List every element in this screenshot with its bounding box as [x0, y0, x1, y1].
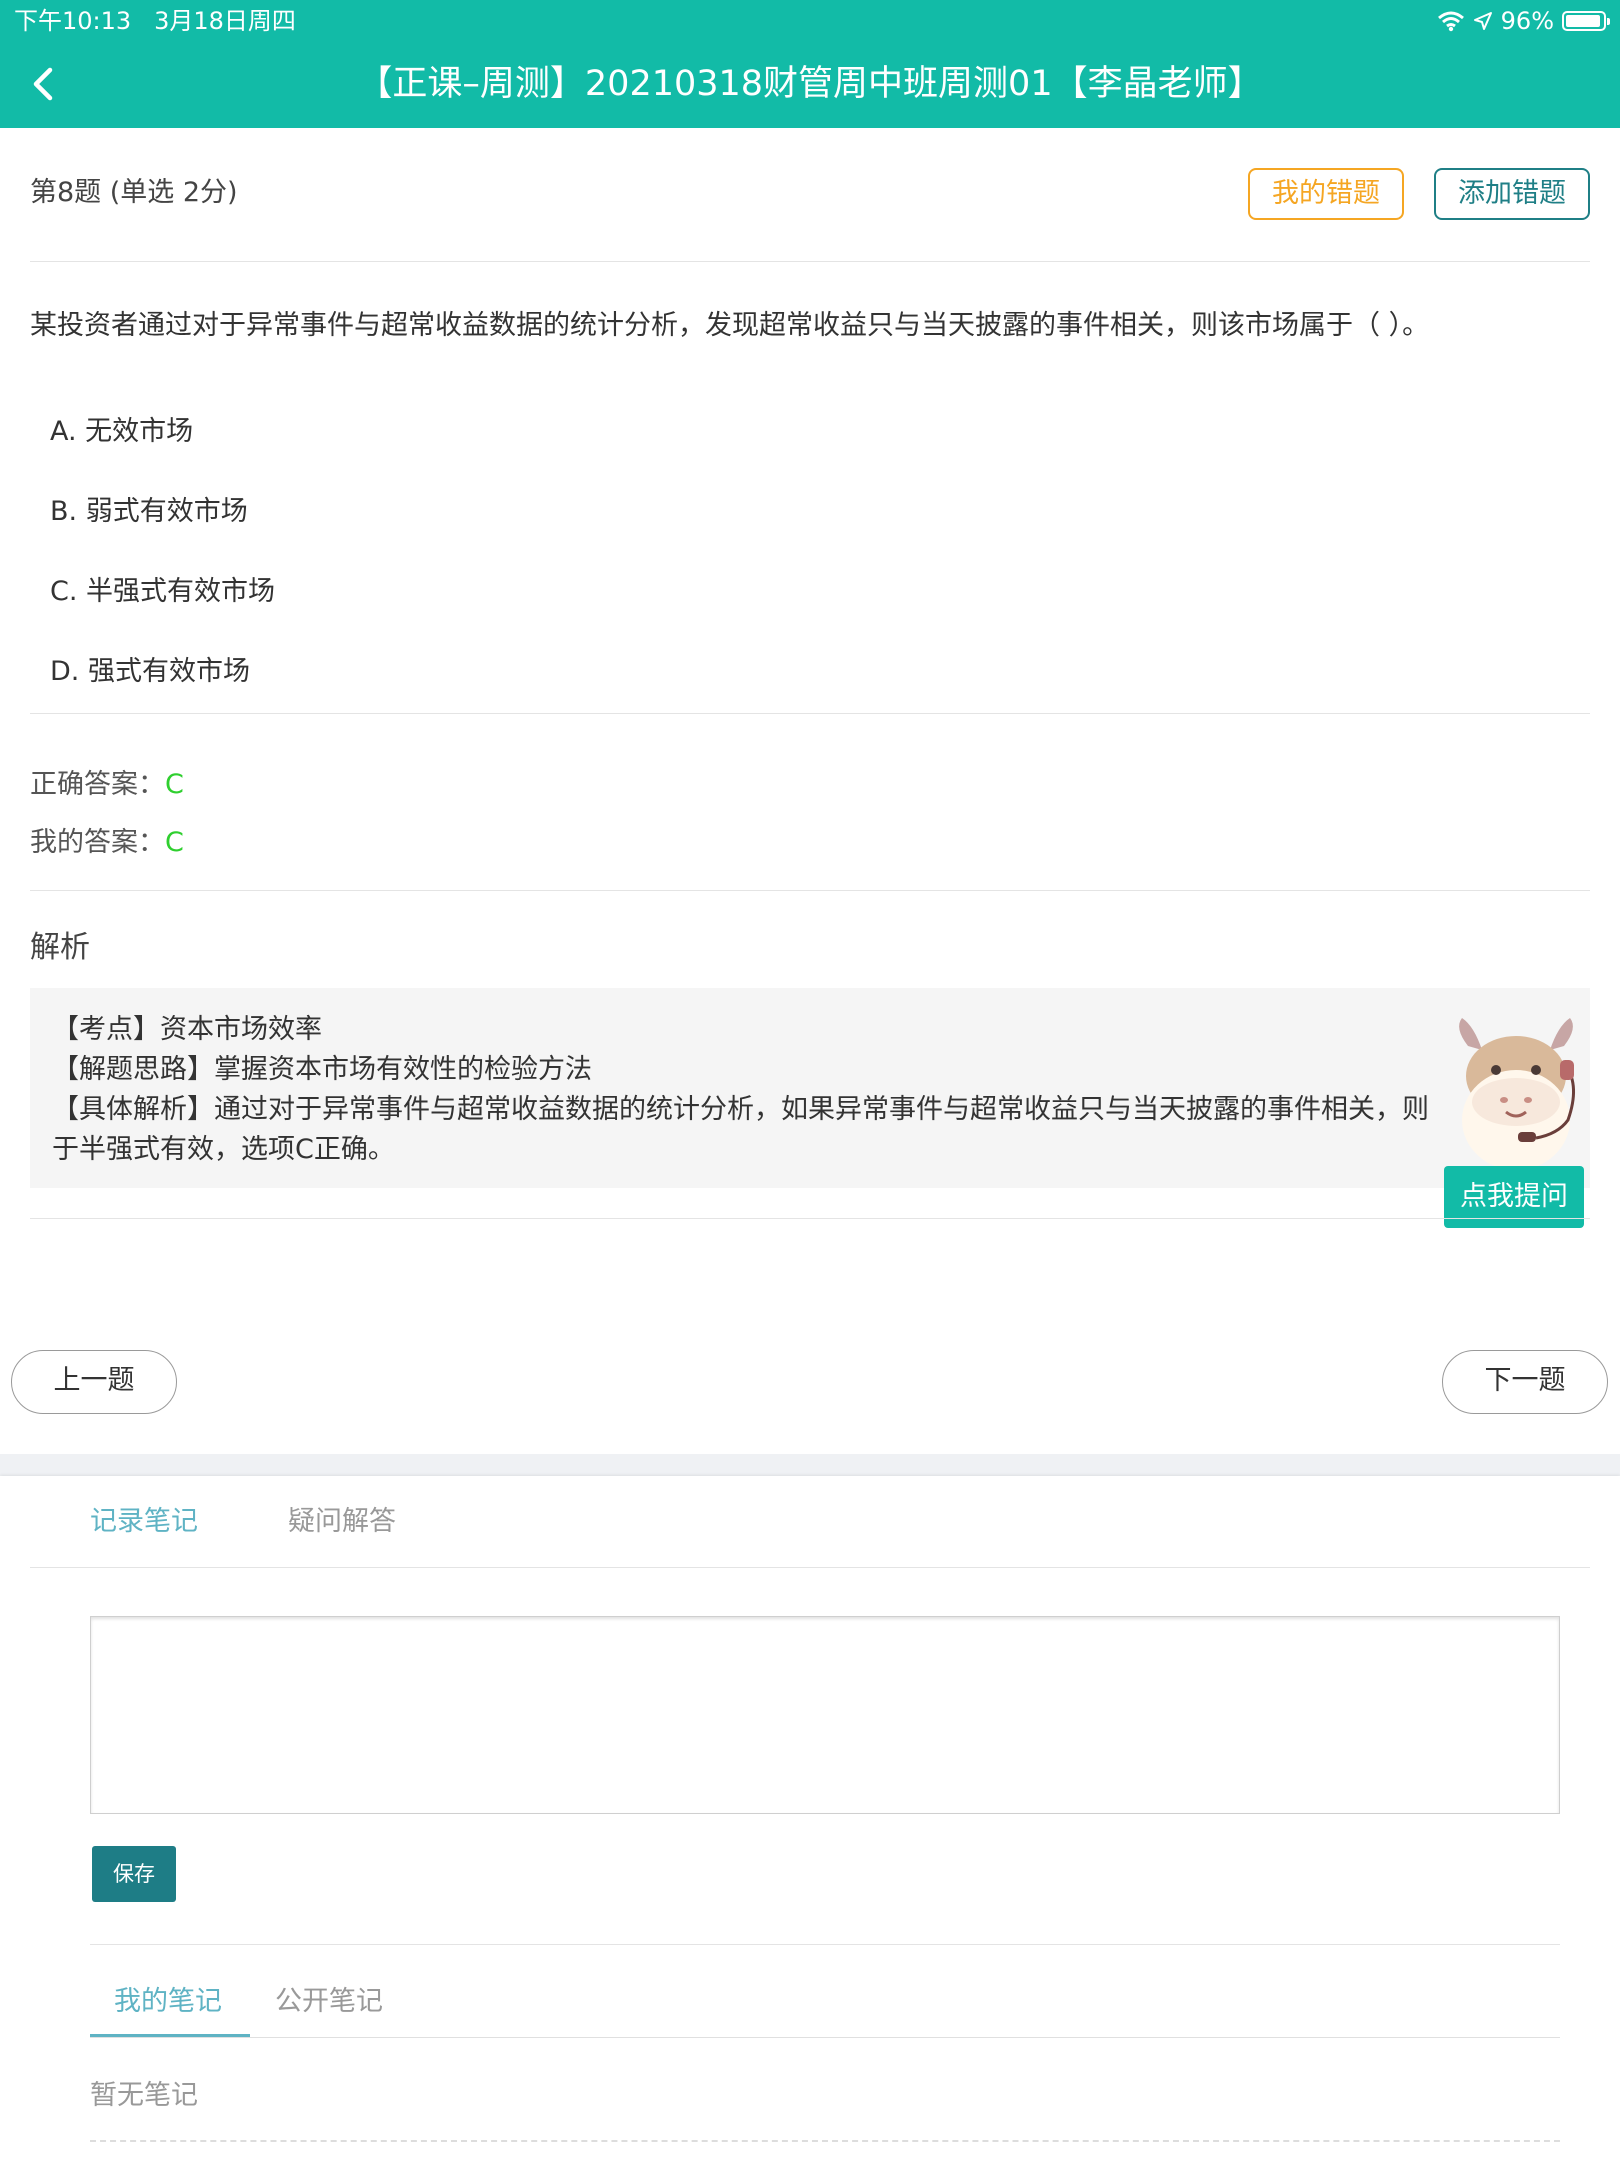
save-button[interactable]: 保存 — [92, 1846, 176, 1902]
empty-notes-text: 暂无笔记 — [90, 2080, 198, 2111]
option-a[interactable]: A. 无效市场 — [50, 412, 193, 452]
divider — [30, 713, 1590, 714]
status-time: 下午10:13 3月18日周四 — [14, 6, 296, 36]
location-arrow-icon — [1473, 12, 1492, 30]
correct-answer-value: C — [165, 769, 184, 800]
correct-answer-label: 正确答案： — [30, 769, 165, 800]
analysis-line: 【解题思路】掌握资本市场有效性的检验方法 — [52, 1054, 592, 1085]
dashed-divider — [90, 2140, 1560, 2142]
question-meta: 第8题 (单选 2分) — [30, 177, 238, 208]
divider — [30, 890, 1590, 891]
status-time-text: 下午10:13 — [14, 7, 132, 35]
analysis-box: 【考点】资本市场效率 【解题思路】掌握资本市场有效性的检验方法 【具体解析】通过… — [30, 988, 1590, 1188]
tab-public-notes[interactable]: 公开笔记 — [275, 1982, 383, 2022]
page-title: 【正课–周测】20210318财管周中班周测01【李晶老师】 — [357, 64, 1263, 104]
notes-panel — [0, 1476, 1620, 2160]
analysis-line: 于半强式有效，选项C正确。 — [52, 1134, 395, 1165]
divider — [30, 261, 1590, 262]
divider — [30, 1567, 1590, 1568]
divider — [30, 1218, 1590, 1219]
wifi-icon — [1437, 11, 1464, 32]
status-indicators: 96% — [1437, 6, 1610, 36]
next-question-button[interactable]: 下一题 — [1442, 1350, 1608, 1414]
battery-percent: 96% — [1500, 7, 1554, 35]
top-bar: 下午10:13 3月18日周四 96% 【正课–周测】20210318财管周中班… — [0, 0, 1620, 128]
option-d[interactable]: D. 强式有效市场 — [50, 652, 250, 692]
tab-qa[interactable]: 疑问解答 — [288, 1502, 396, 1542]
tab-record-notes[interactable]: 记录笔记 — [90, 1502, 198, 1542]
note-input[interactable] — [90, 1616, 1560, 1814]
back-chevron-icon[interactable] — [24, 58, 64, 110]
analysis-line: 【具体解析】通过对于异常事件与超常收益数据的统计分析，如果异常事件与超常收益只与… — [52, 1094, 1429, 1125]
status-date-text: 3月18日周四 — [154, 7, 296, 35]
question-stem: 某投资者通过对于异常事件与超常收益数据的统计分析，发现超常收益只与当天披露的事件… — [30, 310, 1430, 341]
analysis-line: 【考点】资本市场效率 — [52, 1014, 322, 1045]
cow-mascot-icon[interactable] — [1448, 1016, 1584, 1176]
my-answer-label: 我的答案： — [30, 827, 165, 858]
battery-icon — [1562, 11, 1610, 31]
section-separator — [0, 1454, 1620, 1476]
analysis-title: 解析 — [30, 930, 90, 965]
divider — [90, 2037, 1560, 2038]
correct-answer-row: 正确答案：C — [30, 765, 184, 805]
active-subtab-indicator — [90, 2034, 250, 2037]
my-answer-value: C — [165, 827, 184, 858]
option-c[interactable]: C. 半强式有效市场 — [50, 572, 275, 612]
my-errors-button[interactable]: 我的错题 — [1248, 168, 1404, 220]
my-answer-row: 我的答案：C — [30, 823, 184, 863]
prev-question-button[interactable]: 上一题 — [11, 1350, 177, 1414]
add-error-button[interactable]: 添加错题 — [1434, 168, 1590, 220]
tab-my-notes[interactable]: 我的笔记 — [114, 1982, 222, 2022]
option-b[interactable]: B. 弱式有效市场 — [50, 492, 248, 532]
divider — [90, 1944, 1560, 1945]
